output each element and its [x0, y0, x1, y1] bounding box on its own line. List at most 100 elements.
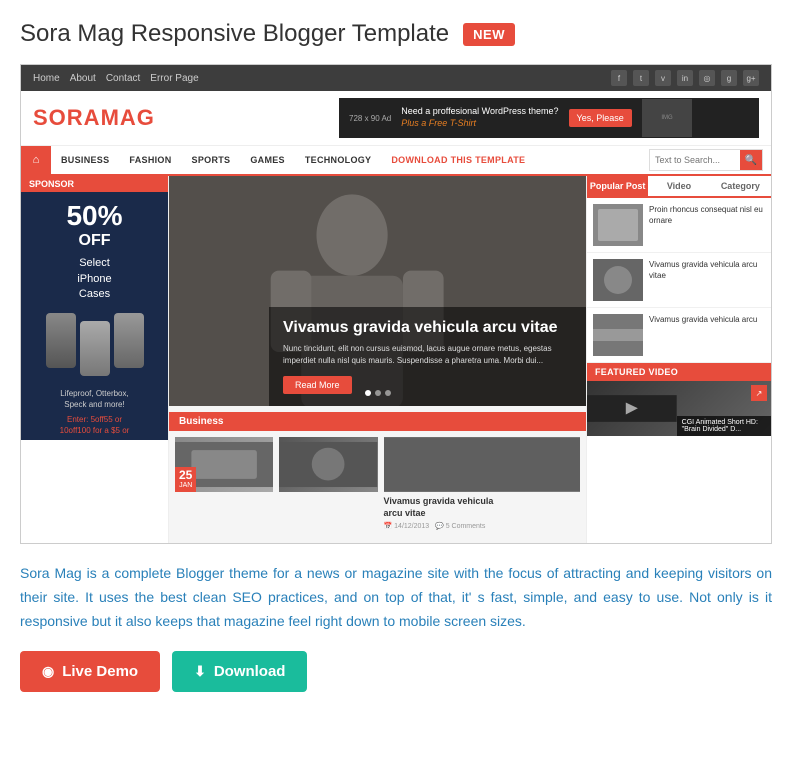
nav-download-template[interactable]: DOWNLOAD THIS TEMPLATE — [381, 145, 535, 175]
rss-icon[interactable]: g+ — [743, 70, 759, 86]
biz-thumb-3 — [384, 437, 581, 492]
search-input[interactable] — [650, 153, 740, 167]
top-nav-bar: Home About Contact Error Page f t v in ◎… — [21, 65, 771, 91]
biz-post-title: Vivamus gravida vehiculaarcu vitae — [384, 496, 581, 519]
download-label: Download — [214, 663, 286, 680]
video-share-icon[interactable]: ↗ — [751, 385, 767, 401]
sp-text-2: Vivamus gravida vehicula arcu vitae — [649, 259, 765, 301]
business-label: Business — [169, 412, 586, 431]
facebook-icon[interactable]: f — [611, 70, 627, 86]
sidebar-tabs: Popular Post Video Category — [587, 176, 771, 198]
sponsor-ad: 50% OFF SelectiPhoneCases — [21, 192, 168, 313]
logo-part1: SORA — [33, 105, 101, 130]
business-section: Business 25JAN — [169, 406, 586, 530]
tab-popular-post[interactable]: Popular Post — [587, 176, 648, 196]
nav-fashion[interactable]: FASHION — [119, 145, 181, 175]
site-header: SORAMAG 728 x 90 Ad Need a proffesional … — [21, 91, 771, 146]
download-button[interactable]: ⬇ Download — [172, 651, 307, 692]
slider-dots — [365, 390, 391, 396]
top-nav-links: Home About Contact Error Page — [33, 73, 199, 84]
sponsor-percent: 50% — [29, 202, 160, 230]
biz-info-3: Vivamus gravida vehiculaarcu vitae 📅 14/… — [384, 496, 581, 530]
nav-contact[interactable]: Contact — [106, 73, 140, 84]
home-icon[interactable]: ⌂ — [21, 146, 51, 174]
sponsor-label: SPONSOR — [21, 176, 168, 192]
nav-business[interactable]: BUSINESS — [51, 145, 119, 175]
sponsor-code: Enter: 5off55 or10off100 for a $5 or — [27, 414, 162, 436]
nav-home[interactable]: Home — [33, 73, 60, 84]
sp-text-3: Vivamus gravida vehicula arcu — [649, 314, 757, 356]
page-title: Sora Mag Responsive Blogger Template — [20, 20, 449, 48]
sidebar-post-3: Vivamus gravida vehicula arcu — [587, 308, 771, 363]
biz-date-1: 25JAN — [175, 467, 196, 492]
screenshot-preview: Home About Contact Error Page f t v in ◎… — [20, 64, 772, 544]
new-badge: NEW — [463, 23, 515, 46]
dot-1[interactable] — [365, 390, 371, 396]
sidebar-post-2: Vivamus gravida vehicula arcu vitae — [587, 253, 771, 308]
nav-error[interactable]: Error Page — [150, 73, 198, 84]
hero-overlay: Vivamus gravida vehicula arcu vitae Nunc… — [269, 307, 586, 406]
hero-title: Vivamus gravida vehicula arcu vitae — [283, 319, 572, 337]
biz-thumb-2 — [279, 437, 377, 492]
video-caption: CGI Animated Short HD: "Brain Divided" D… — [677, 416, 771, 436]
ad-banner: 728 x 90 Ad Need a proffesional WordPres… — [339, 98, 759, 138]
live-demo-label: Live Demo — [62, 663, 138, 680]
sponsor-off: OFF — [29, 230, 160, 252]
description-text: Sora Mag is a complete Blogger theme for… — [20, 562, 772, 633]
biz-post-2 — [279, 437, 377, 530]
search-button[interactable]: 🔍 — [740, 150, 762, 170]
tab-video[interactable]: Video — [648, 176, 709, 196]
hero-slider: Vivamus gravida vehicula arcu vitae Nunc… — [169, 176, 586, 406]
ad-image: IMG — [642, 99, 692, 137]
hero-text: Nunc tincidunt, elit non cursus euismod,… — [283, 343, 572, 367]
biz-post-1: 25JAN — [175, 437, 273, 530]
ad-headline: Need a proffesional WordPress theme? Plu… — [401, 106, 558, 129]
read-more-button[interactable]: Read More — [283, 376, 352, 394]
nav-games[interactable]: GAMES — [240, 145, 295, 175]
ad-size: 728 x 90 Ad — [349, 114, 391, 123]
live-demo-icon: ◉ — [42, 663, 54, 680]
twitter-icon[interactable]: t — [633, 70, 649, 86]
vimeo-icon[interactable]: v — [655, 70, 671, 86]
sponsor-brand: Lifeproof, Otterbox,Speck and more! — [27, 388, 162, 410]
social-icons: f t v in ◎ g g+ — [611, 70, 759, 86]
linkedin-icon[interactable]: in — [677, 70, 693, 86]
live-demo-button[interactable]: ◉ Live Demo — [20, 651, 160, 692]
nav-sports[interactable]: SPORTS — [182, 145, 241, 175]
sponsor-phones — [21, 313, 168, 384]
dot-3[interactable] — [385, 390, 391, 396]
content-area: SPONSOR 50% OFF SelectiPhoneCases Lifepr… — [21, 176, 771, 543]
search-box: 🔍 — [649, 149, 763, 171]
googleplus-icon[interactable]: g — [721, 70, 737, 86]
sp-text-1: Proin rhoncus consequat nisl eu ornare — [649, 204, 765, 246]
right-sidebar: Popular Post Video Category Proin rhoncu… — [586, 176, 771, 543]
site-logo: SORAMAG — [33, 105, 155, 131]
left-sidebar: SPONSOR 50% OFF SelectiPhoneCases Lifepr… — [21, 176, 169, 543]
dot-2[interactable] — [375, 390, 381, 396]
sp-thumb-3 — [593, 314, 643, 356]
sponsor-text: SelectiPhoneCases — [29, 256, 160, 302]
main-nav: ⌂ BUSINESS FASHION SPORTS GAMES TECHNOLO… — [21, 146, 771, 176]
sidebar-post-1: Proin rhoncus consequat nisl eu ornare — [587, 198, 771, 253]
ad-button[interactable]: Yes, Please — [569, 109, 632, 127]
biz-post-3: Vivamus gravida vehiculaarcu vitae 📅 14/… — [384, 437, 581, 530]
page-header: Sora Mag Responsive Blogger Template NEW — [20, 20, 772, 48]
main-content: Vivamus gravida vehicula arcu vitae Nunc… — [169, 176, 586, 543]
video-thumb: CGI Animated Short HD: "Brain Divided" D… — [587, 381, 771, 436]
sp-thumb-2 — [593, 259, 643, 301]
logo-part2: MAG — [101, 105, 155, 130]
nav-about[interactable]: About — [70, 73, 96, 84]
svg-text:IMG: IMG — [661, 115, 673, 121]
site-mockup: Home About Contact Error Page f t v in ◎… — [21, 65, 771, 543]
biz-meta: 📅 14/12/2013 💬 5 Comments — [384, 522, 581, 530]
tab-category[interactable]: Category — [710, 176, 771, 196]
download-icon: ⬇ — [194, 663, 206, 680]
featured-video-label: FEATURED VIDEO — [587, 363, 771, 381]
nav-technology[interactable]: TECHNOLOGY — [295, 145, 382, 175]
instagram-icon[interactable]: ◎ — [699, 70, 715, 86]
sponsor-footer: Lifeproof, Otterbox,Speck and more! Ente… — [21, 384, 168, 441]
nav-links: BUSINESS FASHION SPORTS GAMES TECHNOLOGY… — [51, 145, 535, 175]
biz-thumb-1: 25JAN — [175, 437, 273, 492]
business-posts: 25JAN — [169, 437, 586, 530]
sp-thumb-1 — [593, 204, 643, 246]
